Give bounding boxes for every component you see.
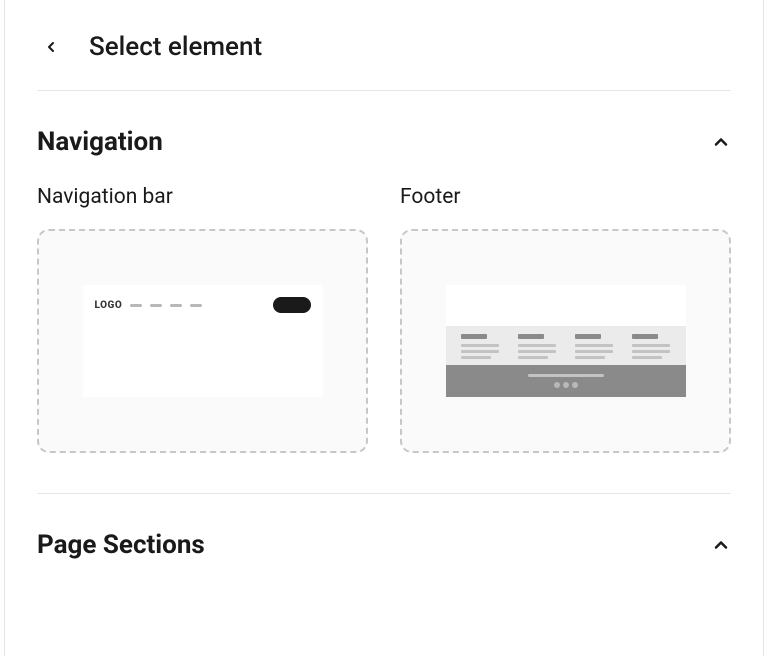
element-card-navbar[interactable]: LOGO [37,229,368,453]
element-label: Footer [400,185,731,209]
section-title: Navigation [37,127,163,157]
logo-placeholder: LOGO [95,300,123,311]
chevron-left-icon [43,39,59,55]
navigation-grid: Navigation bar LOGO Footer [37,185,731,493]
nav-cta-placeholder [273,297,311,313]
element-card-footer[interactable] [400,229,731,453]
section-header-navigation[interactable]: Navigation [37,91,731,185]
nav-link-placeholder [190,304,202,307]
section-header-page-sections[interactable]: Page Sections [37,494,731,588]
footer-preview-columns [446,326,686,365]
element-option-navbar: Navigation bar LOGO [37,185,368,453]
chevron-up-icon [711,132,731,152]
element-option-footer: Footer [400,185,731,453]
footer-bottom-placeholder [446,365,686,397]
chevron-up-icon [711,535,731,555]
nav-link-placeholder [170,304,182,307]
footer-col-placeholder [632,334,670,359]
nav-link-placeholder [150,304,162,307]
panel-title: Select element [89,32,262,62]
panel-header: Select element [37,0,731,90]
footer-dots-placeholder [554,382,578,388]
footer-col-placeholder [575,334,613,359]
collapse-toggle[interactable] [711,535,731,555]
element-label: Navigation bar [37,185,368,209]
collapse-toggle[interactable] [711,132,731,152]
footer-col-placeholder [518,334,556,359]
navbar-preview-row: LOGO [95,297,311,313]
nav-link-placeholder [130,304,142,307]
footer-col-placeholder [461,334,499,359]
navbar-preview: LOGO [83,285,323,397]
section-title: Page Sections [37,530,205,560]
back-button[interactable] [37,33,65,61]
footer-bar-placeholder [528,374,604,377]
footer-preview [446,285,686,397]
